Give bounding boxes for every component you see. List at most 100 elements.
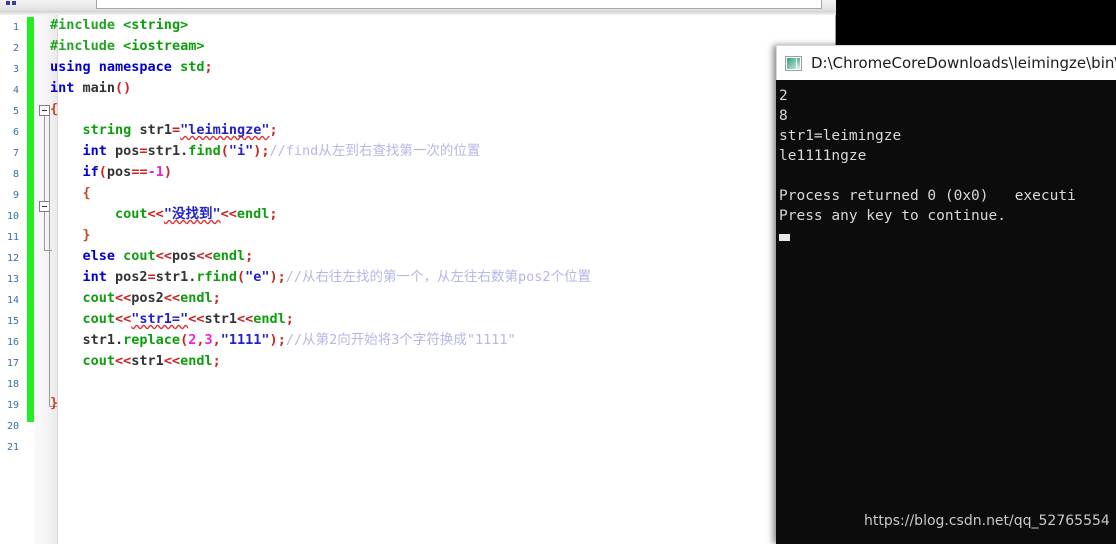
code-token: {	[82, 185, 91, 201]
code-token: <<	[188, 311, 205, 327]
code-token: ;	[204, 59, 213, 75]
code-token: }	[82, 227, 91, 243]
line-number: 7	[12, 148, 19, 159]
code-token: <string>	[123, 17, 189, 33]
console-title-bar[interactable]: D:\ChromeCoreDownloads\leimingze\bin\	[776, 45, 1116, 80]
console-window[interactable]: D:\ChromeCoreDownloads\leimingze\bin\ 2 8…	[776, 45, 1116, 544]
code-token: <<	[196, 248, 213, 264]
code-token: pos2	[115, 269, 148, 285]
console-caret	[779, 234, 790, 241]
fold-bracket-line	[44, 116, 45, 201]
code-line: cout<<pos2<<endl;	[50, 288, 835, 309]
code-line: int main()	[50, 78, 835, 99]
code-token: rfind	[196, 269, 237, 285]
code-token: ()	[115, 80, 132, 96]
code-token: namespace	[98, 59, 172, 75]
console-output-line: str1=leimingze	[779, 128, 902, 144]
console-output: 2 8 str1=leimingze le1111ngze Process retur…	[776, 80, 1116, 544]
code-line: str1.replace(2,3,"1111");//从第2向开始将3个字符换成…	[50, 330, 835, 351]
line-number: 5	[12, 106, 19, 117]
code-line: using namespace std;	[50, 57, 835, 78]
code-token: #include	[50, 38, 116, 54]
code-token: <iostream>	[123, 38, 205, 54]
code-token: "i"	[228, 143, 254, 159]
line-number: 12	[6, 253, 19, 264]
toolbar-icons[interactable]	[6, 1, 22, 9]
code-text-area[interactable]: #include <string> #include <iostream> usin…	[50, 15, 835, 544]
toolbar-combobox[interactable]	[96, 0, 822, 9]
code-token: endl	[236, 206, 270, 222]
ide-window: 1 2 3 4 5 6 7 8 9 10 11 12 13 14 15 16 17 18 19 20 21 #inclu…	[0, 0, 836, 544]
code-token: str1	[139, 122, 172, 138]
code-token: "leimingze"	[180, 122, 270, 138]
code-token: ;	[212, 290, 221, 306]
code-token: ;	[269, 122, 278, 138]
code-token: main	[82, 80, 116, 96]
code-token: //find从左到右查找第一次的位置	[269, 143, 481, 159]
line-number: 1	[12, 22, 19, 33]
code-token: str1.	[82, 332, 124, 348]
line-number: 18	[6, 379, 19, 390]
code-line: int pos=str1.find("i");//find从左到右查找第一次的位…	[50, 141, 835, 162]
code-token: endl	[180, 290, 213, 306]
line-number: 15	[6, 316, 19, 327]
console-output-line: 2	[779, 88, 788, 104]
line-number: 19	[6, 400, 19, 411]
code-token: endl	[212, 248, 246, 264]
code-editor[interactable]: 1 2 3 4 5 6 7 8 9 10 11 12 13 14 15 16 17 18 19 20 21 #inclu…	[0, 15, 836, 544]
code-token: cout	[115, 206, 148, 222]
code-token: )	[163, 164, 172, 180]
code-token: cout	[82, 311, 116, 327]
code-line: int pos2=str1.rfind("e");//从右往左找的第一个，从左往…	[50, 267, 835, 288]
code-token: (	[98, 164, 107, 180]
line-number: 6	[12, 127, 19, 138]
code-token: =	[139, 143, 148, 159]
code-token: ;	[269, 206, 278, 222]
code-token: ;	[277, 332, 286, 348]
code-token: ==	[131, 164, 148, 180]
code-token: find	[188, 143, 221, 159]
code-token: int	[82, 269, 107, 285]
line-number: 14	[6, 295, 19, 306]
code-token: int	[82, 143, 107, 159]
code-token: str1.	[155, 269, 197, 285]
code-token: {	[50, 101, 59, 117]
code-token: <<	[115, 353, 132, 369]
code-token: ;	[212, 353, 221, 369]
code-token: <<	[155, 248, 172, 264]
code-token: <<	[147, 206, 164, 222]
code-token: "没找到"	[163, 206, 221, 222]
code-line: }	[50, 393, 835, 414]
fold-toggle-icon[interactable]	[39, 105, 50, 116]
code-token: (	[220, 143, 229, 159]
code-token: <<	[220, 206, 237, 222]
code-token: #include	[50, 17, 116, 33]
code-token: }	[50, 395, 59, 411]
code-token: 3	[204, 332, 213, 348]
code-token: string	[82, 122, 132, 138]
code-token: (	[236, 269, 246, 285]
code-token: <<	[115, 311, 132, 327]
code-line: if(pos==-1)	[50, 162, 835, 183]
code-token: int	[50, 80, 75, 96]
code-token: else	[82, 248, 116, 264]
code-token: =	[171, 122, 181, 138]
code-token: <<	[163, 290, 181, 306]
console-output-line: Press any key to continue.	[779, 208, 1006, 224]
code-token: ;	[285, 311, 294, 327]
code-line: string str1="leimingze";	[50, 120, 835, 141]
code-token: "str1="	[131, 311, 189, 327]
code-line: else cout<<pos<<endl;	[50, 246, 835, 267]
line-number: 11	[6, 232, 19, 243]
code-token: str1.	[147, 143, 189, 159]
code-token: pos	[106, 164, 132, 180]
line-number: 10	[6, 211, 19, 222]
code-token: <<	[236, 311, 254, 327]
code-token: str1	[204, 311, 237, 327]
line-number: 21	[6, 442, 19, 453]
code-line: cout<<"str1="<<str1<<endl;	[50, 309, 835, 330]
line-number: 17	[6, 358, 19, 369]
